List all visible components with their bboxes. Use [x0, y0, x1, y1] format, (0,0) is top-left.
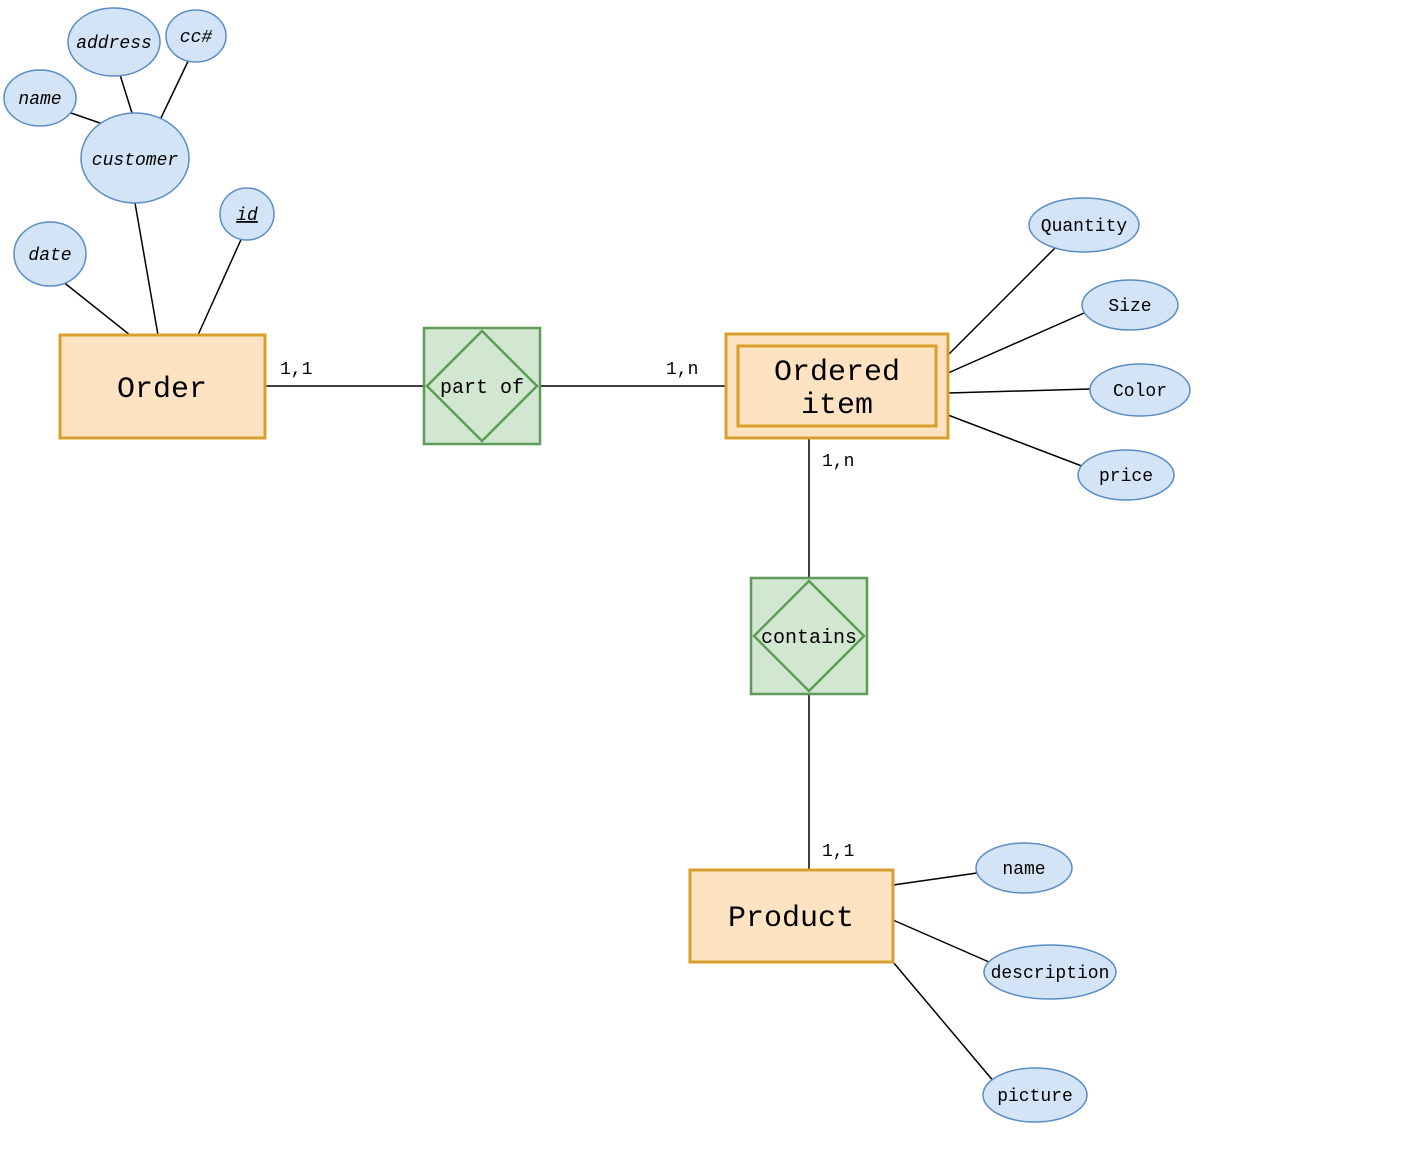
connector — [135, 203, 158, 335]
card-order-partof: 1,1 — [280, 360, 312, 380]
rel-contains-label: contains — [761, 627, 857, 650]
attr-order-id-label: id — [236, 206, 258, 226]
entity-order-label: Order — [117, 373, 207, 407]
connector — [948, 415, 1087, 468]
attr-order-date-label: date — [28, 246, 71, 266]
attr-oi-color-label: Color — [1113, 382, 1167, 402]
attr-order-customer-label: customer — [92, 151, 179, 171]
attr-customer-cc-label: cc# — [180, 28, 213, 48]
rel-contains: contains — [751, 578, 867, 694]
er-diagram: 1,1 1,n 1,n 1,1 Order date customer id n… — [0, 0, 1418, 1154]
attr-oi-size-label: Size — [1108, 297, 1151, 317]
entity-product-label: Product — [728, 902, 854, 936]
entity-ordered-item-label1: Ordered — [774, 356, 900, 390]
attr-oi-quantity-label: Quantity — [1041, 217, 1128, 237]
rel-partof: part of — [424, 328, 540, 444]
connector — [160, 53, 192, 120]
connector — [893, 920, 989, 962]
attr-oi-price-label: price — [1099, 467, 1153, 487]
attr-product-name-label: name — [1002, 860, 1045, 880]
rel-partof-label: part of — [440, 377, 524, 400]
connector — [893, 872, 984, 885]
attr-product-picture-label: picture — [997, 1087, 1073, 1107]
entity-ordered-item-label2: item — [801, 389, 873, 423]
card-ordered-contains: 1,n — [822, 452, 854, 472]
connector — [948, 306, 1100, 373]
connector — [948, 233, 1070, 355]
connector — [198, 233, 244, 335]
card-contains-product: 1,1 — [822, 842, 854, 862]
connector — [57, 277, 130, 335]
attr-customer-address-label: address — [76, 34, 152, 54]
attr-product-description-label: description — [991, 964, 1110, 984]
connector — [893, 962, 995, 1083]
connector — [948, 389, 1090, 393]
attr-customer-name-label: name — [18, 90, 61, 110]
card-partof-ordered: 1,n — [666, 360, 698, 380]
